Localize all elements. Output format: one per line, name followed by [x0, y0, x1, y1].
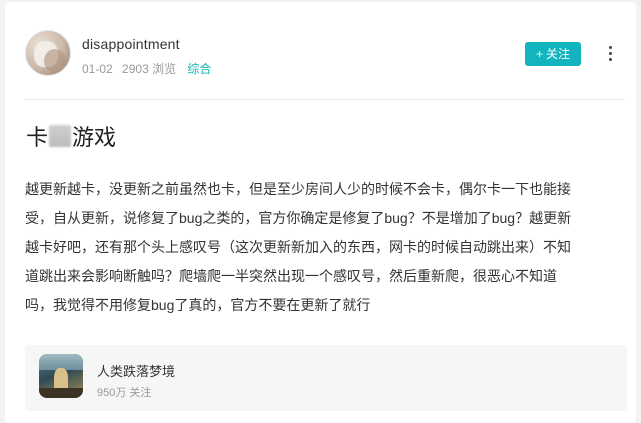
plus-icon: + [535, 47, 543, 61]
post-title-prefix: 卡 [26, 125, 49, 150]
post-category-link[interactable]: 综合 [187, 62, 211, 76]
avatar-image-shape-2 [44, 49, 66, 73]
follow-button[interactable]: + 关注 [525, 42, 581, 66]
post-card: disappointment 01-02 2903 浏览 综合 + 关注 卡 游戏… [5, 2, 636, 423]
post-title-suffix: 游戏 [72, 125, 117, 150]
game-followers: 950万 关注 [97, 387, 152, 399]
post-date: 01-02 [82, 62, 113, 76]
game-link-card[interactable]: 人类跌落梦境 950万 关注 [25, 345, 627, 411]
author-username[interactable]: disappointment [82, 36, 180, 52]
post-views: 2903 浏览 [122, 62, 177, 76]
post-title: 卡 游戏 [26, 120, 116, 152]
more-vertical-icon[interactable] [605, 44, 615, 64]
blurred-censor-block [49, 125, 72, 147]
avatar[interactable] [25, 30, 71, 76]
game-icon [39, 354, 83, 398]
follow-button-label: 关注 [546, 47, 571, 61]
post-body: 越更新越卡，没更新之前虽然也卡，但是至少房间人少的时候不会卡，偶尔卡一下也能接 … [25, 181, 572, 313]
post-header: disappointment 01-02 2903 浏览 综合 + 关注 [25, 30, 625, 78]
post-meta: 01-02 2903 浏览 综合 [82, 60, 217, 77]
game-name: 人类跌落梦境 [97, 364, 176, 379]
header-divider [25, 99, 625, 100]
